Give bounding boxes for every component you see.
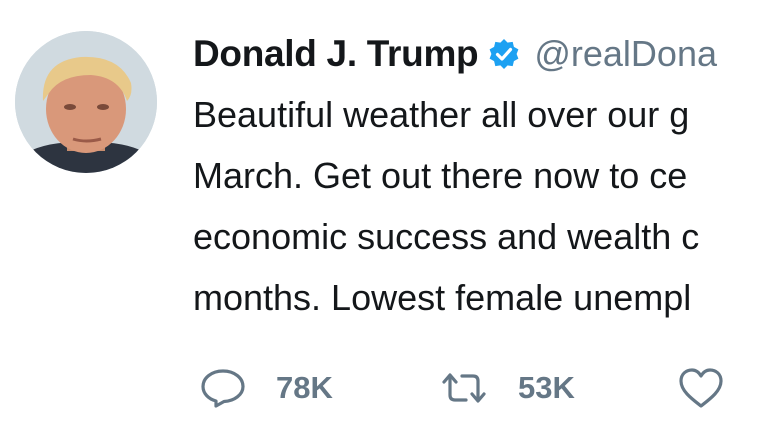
reply-count: 78K <box>276 370 333 405</box>
avatar[interactable] <box>15 31 157 173</box>
profile-photo <box>15 31 157 173</box>
tweet-text-line: Beautiful weather all over our g <box>193 94 690 135</box>
handle[interactable]: @realDona <box>534 33 717 75</box>
reply-button[interactable]: 78K <box>200 358 333 418</box>
heart-icon <box>678 367 724 409</box>
retweet-count: 53K <box>518 370 575 405</box>
tweet-text-line: months. Lowest female unempl <box>193 277 692 318</box>
retweet-button[interactable]: 53K <box>440 358 575 418</box>
like-button[interactable] <box>678 358 754 418</box>
retweet-icon <box>440 368 488 408</box>
verified-badge-icon <box>488 38 520 70</box>
tweet-text-line: March. Get out there now to ce <box>193 155 688 196</box>
tweet-header: Donald J. Trump @realDona <box>193 26 717 82</box>
tweet-text-line: economic success and wealth c <box>193 216 700 257</box>
tweet-text: Beautiful weather all over our g March. … <box>193 84 699 328</box>
reply-icon <box>200 368 246 408</box>
display-name[interactable]: Donald J. Trump <box>193 33 479 75</box>
